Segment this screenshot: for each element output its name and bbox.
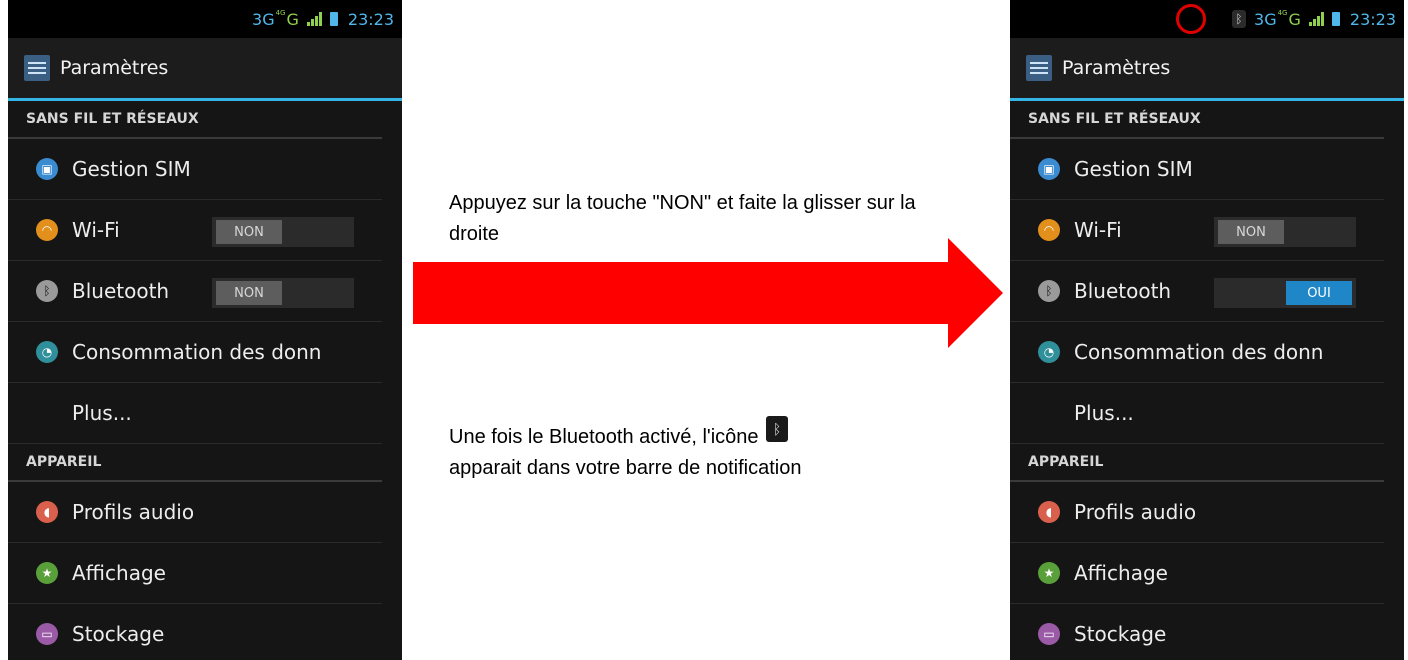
settings-item-data-usage[interactable]: ◔ Consommation des donn	[1010, 322, 1384, 383]
highlight-circle	[1176, 4, 1206, 34]
settings-item-storage[interactable]: ▭ Stockage	[8, 604, 382, 660]
bluetooth-toggle[interactable]: NON	[212, 278, 354, 308]
settings-item-display[interactable]: ★ Affichage	[8, 543, 382, 604]
battery-icon	[329, 12, 338, 26]
data-usage-icon: ◔	[36, 341, 58, 363]
display-icon: ★	[1038, 562, 1060, 584]
wifi-icon: ◠	[36, 219, 58, 241]
bluetooth-toggle-label: OUI	[1286, 281, 1352, 305]
storage-icon: ▭	[1038, 623, 1060, 645]
settings-item-sim[interactable]: ▣ Gestion SIM	[1010, 139, 1384, 200]
settings-item-wifi[interactable]: ◠ Wi-Fi NON	[8, 200, 382, 261]
signal-icon	[306, 12, 322, 26]
settings-app-icon	[24, 55, 50, 81]
audio-icon: ◖	[36, 501, 58, 523]
audio-icon: ◖	[1038, 501, 1060, 523]
settings-item-sim[interactable]: ▣ Gestion SIM	[8, 139, 382, 200]
right-arrow-icon	[413, 238, 1003, 348]
data-usage-icon: ◔	[1038, 341, 1060, 363]
page-title: Paramètres	[60, 57, 169, 79]
settings-item-audio[interactable]: ◖ Profils audio	[8, 482, 382, 543]
clock: 23:23	[1349, 9, 1396, 29]
bluetooth-toggle-label: NON	[216, 281, 282, 305]
settings-item-wifi[interactable]: ◠ Wi-Fi NON	[1010, 200, 1384, 261]
storage-icon: ▭	[36, 623, 58, 645]
settings-item-more[interactable]: Plus...	[8, 383, 382, 444]
settings-item-bluetooth[interactable]: ᛒ Bluetooth NON	[8, 261, 382, 322]
bluetooth-status-icon: ᛒ	[1232, 10, 1247, 28]
phone-screen-before: 3G 4G G 23:23 Paramètres SANS FIL ET RÉSEA…	[8, 0, 402, 660]
action-bar: Paramètres	[1010, 38, 1404, 101]
settings-item-display[interactable]: ★ Affichage	[1010, 543, 1384, 604]
display-icon: ★	[36, 562, 58, 584]
bluetooth-toggle[interactable]: OUI	[1214, 278, 1356, 308]
network-indicator: 3G 4G G	[252, 9, 299, 29]
bluetooth-icon: ᛒ	[36, 280, 58, 302]
bluetooth-notification-icon: ᛒ	[766, 416, 789, 442]
wifi-icon: ◠	[1038, 219, 1060, 241]
settings-app-icon	[1026, 55, 1052, 81]
signal-icon	[1308, 12, 1324, 26]
phone-screen-after: ᛒ 3G 4G G 23:23 Paramètres SANS FIL ET RÉS…	[1010, 0, 1404, 660]
wifi-toggle-label: NON	[1218, 220, 1284, 244]
wifi-toggle-label: NON	[216, 220, 282, 244]
wifi-toggle[interactable]: NON	[212, 217, 354, 247]
instruction-step-2: Une fois le Bluetooth activé, l'icône ᛒ …	[449, 416, 949, 484]
settings-item-bluetooth[interactable]: ᛒ Bluetooth OUI	[1010, 261, 1384, 322]
status-bar: 3G 4G G 23:23	[8, 0, 402, 38]
settings-item-data-usage[interactable]: ◔ Consommation des donn	[8, 322, 382, 383]
section-header-wireless: SANS FIL ET RÉSEAUX	[8, 101, 382, 139]
sim-icon: ▣	[1038, 158, 1060, 180]
bluetooth-icon: ᛒ	[1038, 280, 1060, 302]
section-header-wireless: SANS FIL ET RÉSEAUX	[1010, 101, 1384, 139]
wifi-toggle[interactable]: NON	[1214, 217, 1356, 247]
status-bar: ᛒ 3G 4G G 23:23	[1010, 0, 1404, 38]
section-header-device: APPAREIL	[8, 444, 382, 482]
settings-item-more[interactable]: Plus...	[1010, 383, 1384, 444]
sim-icon: ▣	[36, 158, 58, 180]
clock: 23:23	[347, 9, 394, 29]
settings-list: SANS FIL ET RÉSEAUX ▣ Gestion SIM ◠ Wi-F…	[8, 101, 402, 660]
action-bar: Paramètres	[8, 38, 402, 101]
settings-list: SANS FIL ET RÉSEAUX ▣ Gestion SIM ◠ Wi-F…	[1010, 101, 1404, 660]
network-indicator: 3G 4G G	[1254, 9, 1301, 29]
battery-icon	[1331, 12, 1340, 26]
section-header-device: APPAREIL	[1010, 444, 1384, 482]
page-title: Paramètres	[1062, 57, 1171, 79]
settings-item-storage[interactable]: ▭ Stockage	[1010, 604, 1384, 660]
settings-item-audio[interactable]: ◖ Profils audio	[1010, 482, 1384, 543]
